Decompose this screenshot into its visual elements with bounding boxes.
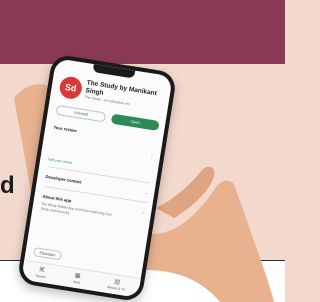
nav-movies[interactable]: ▤ Movies & TV	[107, 278, 127, 292]
review-title: Your review	[53, 124, 77, 134]
developer-section[interactable]: Developer contact ⌄	[45, 174, 149, 195]
app-logo: Sd	[58, 75, 84, 101]
nav-label: Games	[35, 273, 47, 280]
top-band	[0, 0, 285, 64]
hand-holding-phone: Sd The Study by Manikant Singh The Study…	[6, 53, 274, 302]
developer-title: Developer contact	[45, 173, 82, 185]
phone-notch	[92, 64, 136, 79]
more-vert-icon: ⋮	[149, 154, 155, 160]
arrow-right-icon: →	[140, 209, 146, 215]
nav-games[interactable]: ⌘ Games	[35, 267, 47, 279]
edit-review-link: Edit your review	[48, 157, 73, 165]
nav-apps[interactable]: ▦ Apps	[73, 273, 82, 285]
nav-label: Apps	[72, 279, 81, 285]
chevron-down-icon: ⌄	[144, 189, 149, 196]
nav-label: Movies & TV	[106, 284, 126, 292]
category-chip[interactable]: Education	[33, 247, 63, 261]
open-button[interactable]: Open	[110, 113, 160, 131]
